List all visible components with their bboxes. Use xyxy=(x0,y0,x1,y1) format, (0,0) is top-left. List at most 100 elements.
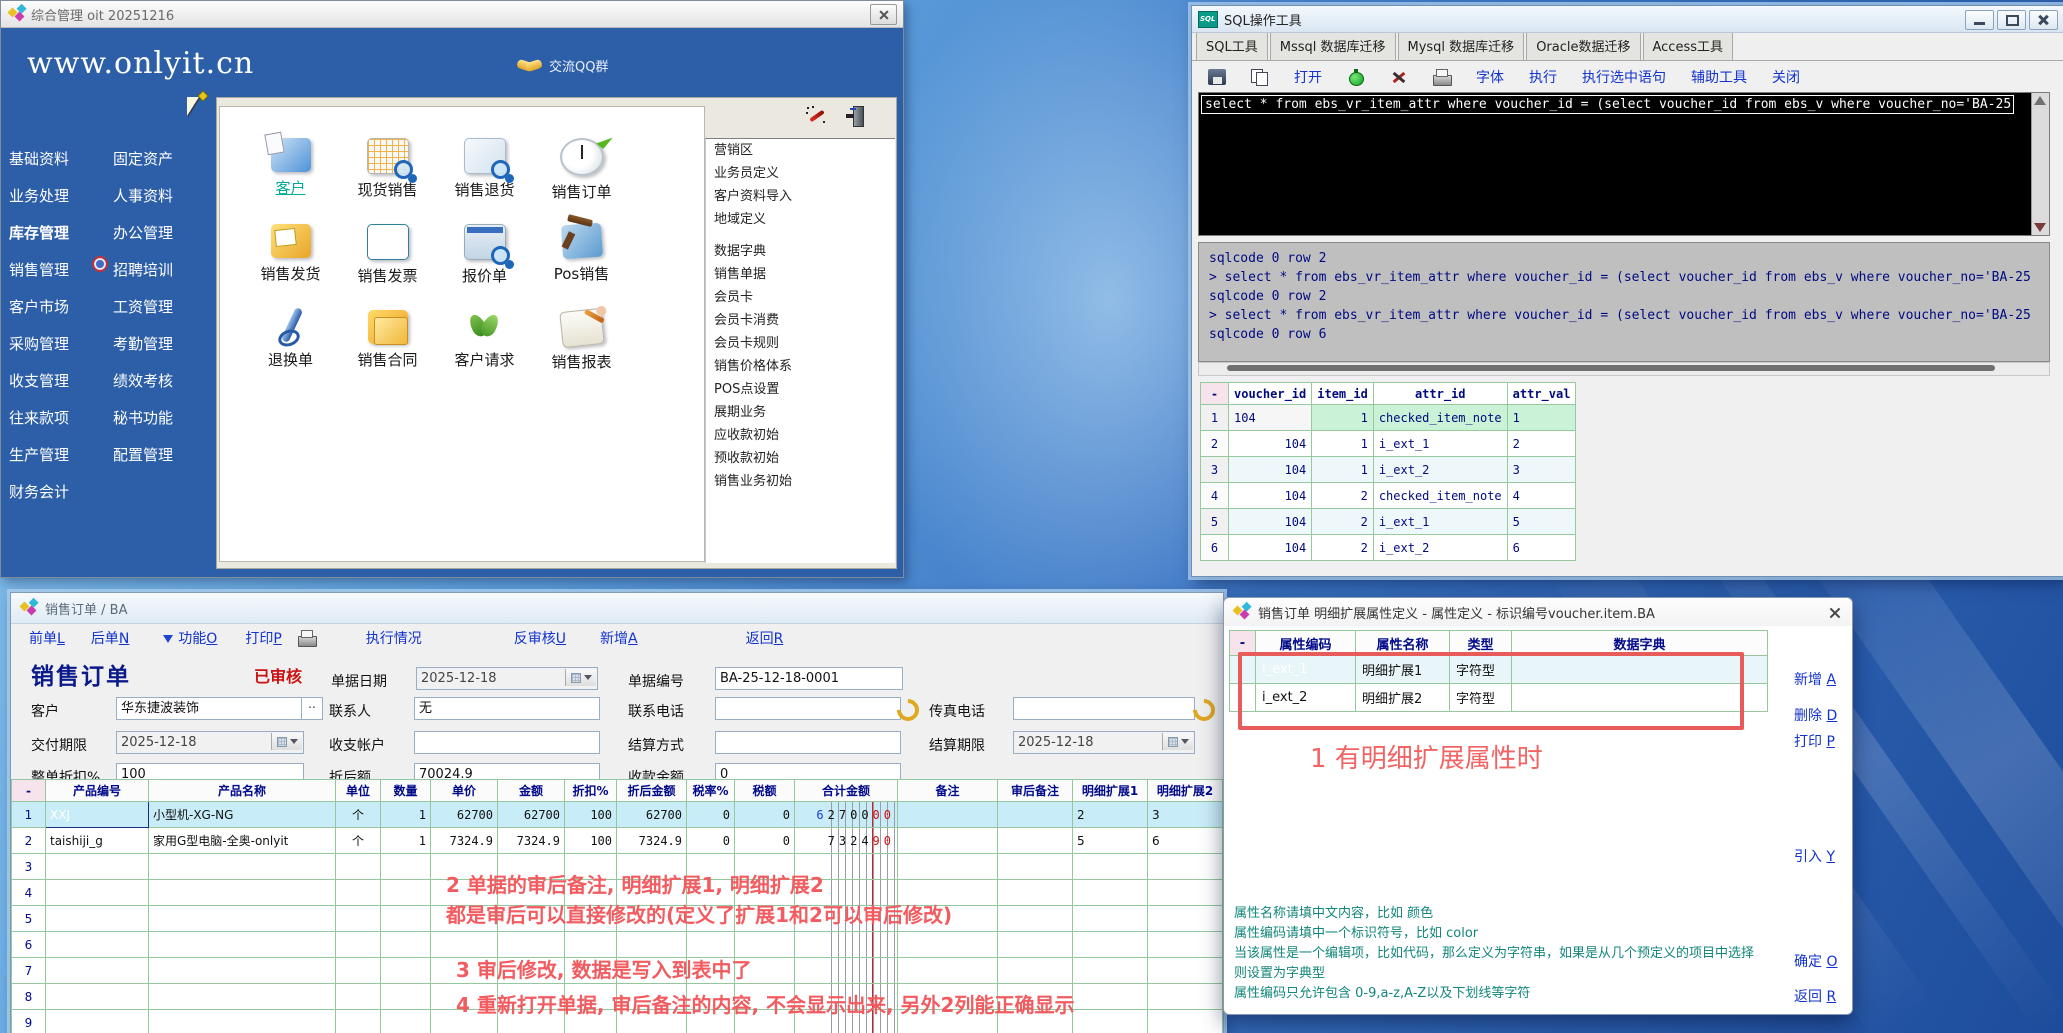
cell-item-id[interactable]: 2 xyxy=(1312,509,1374,535)
next-doc-button[interactable]: 后单N xyxy=(91,628,129,648)
cell-item-id[interactable]: 1 xyxy=(1312,431,1374,457)
cell-ext1[interactable]: 5 xyxy=(1073,828,1148,854)
cell-ext2[interactable]: 3 xyxy=(1148,802,1223,828)
close-button[interactable] xyxy=(870,4,897,25)
function-list-item[interactable]: 销售单据 xyxy=(706,263,895,286)
settle-field[interactable] xyxy=(715,731,901,754)
scroll-thumb[interactable] xyxy=(1227,365,1995,371)
cell-voucher-id[interactable]: 104 xyxy=(1229,509,1312,535)
execute-button[interactable]: 执行 xyxy=(1529,67,1557,87)
sql-tab[interactable]: Mysql 数据库迁移 xyxy=(1398,31,1525,60)
sql-tab[interactable]: Oracle数据迁移 xyxy=(1526,31,1640,60)
cell-ext2[interactable]: 6 xyxy=(1148,828,1223,854)
sidebar-item[interactable]: 收支管理 xyxy=(9,363,69,400)
function-list-item[interactable]: 预收款初始 xyxy=(706,447,895,470)
cell-total-amount[interactable]: 732490 xyxy=(795,828,898,854)
editor-scrollbar[interactable] xyxy=(2031,93,2049,235)
sidebar-item[interactable]: 采购管理 xyxy=(9,326,69,363)
cell-discounted-amount[interactable]: 7324.9 xyxy=(617,828,687,854)
cell-voucher-id[interactable]: 104 xyxy=(1229,457,1312,483)
fax-field[interactable] xyxy=(1013,697,1195,720)
cell-audit-note[interactable] xyxy=(998,828,1073,854)
scroll-up-icon[interactable] xyxy=(2034,96,2046,105)
cell-discount[interactable]: 100 xyxy=(565,802,617,828)
sidebar-item[interactable]: 固定资产 xyxy=(113,141,173,178)
cell-product-name[interactable]: 家用G型电脑-全奥-onlyit xyxy=(149,828,336,854)
due-field[interactable]: 2025-12-18 xyxy=(1013,731,1195,754)
app-shortcut[interactable]: 客户请求 xyxy=(436,303,533,389)
app-shortcut[interactable]: 客户 xyxy=(242,131,339,217)
maximize-button[interactable] xyxy=(1997,10,2026,30)
sidebar-item[interactable]: 基础资料 xyxy=(9,141,69,178)
sql-tab[interactable]: Mssql 数据库迁移 xyxy=(1270,31,1396,60)
cell-tax-rate[interactable]: 0 xyxy=(687,802,735,828)
helper-tools-button[interactable]: 辅助工具 xyxy=(1691,67,1747,87)
app-shortcut[interactable]: 销售发票 xyxy=(339,217,436,303)
save-icon[interactable] xyxy=(1208,69,1226,85)
cell-attr-val[interactable]: 2 xyxy=(1507,431,1576,457)
function-list-item[interactable]: 应收款初始 xyxy=(706,424,895,447)
open-button[interactable]: 打开 xyxy=(1294,67,1322,87)
attr-titlebar[interactable]: 销售订单 明细扩展属性定义 - 属性定义 - 标识编号voucher.item.… xyxy=(1224,598,1852,626)
app-shortcut[interactable]: 退换单 xyxy=(242,303,339,389)
font-button[interactable]: 字体 xyxy=(1476,67,1504,87)
scroll-down-icon[interactable] xyxy=(2034,223,2046,232)
add-button[interactable]: 新增 A xyxy=(1794,669,1836,689)
cell-item-id[interactable]: 2 xyxy=(1312,535,1374,561)
unaudit-button[interactable]: 反审核U xyxy=(514,628,566,648)
cell-discounted-amount[interactable]: 62700 xyxy=(617,802,687,828)
cell-attr-id[interactable]: checked_item_note xyxy=(1373,483,1507,509)
exit-icon[interactable] xyxy=(846,106,864,125)
cell-qty[interactable]: 1 xyxy=(381,828,431,854)
sidebar-item[interactable]: 办公管理 xyxy=(113,215,173,252)
cell-discount[interactable]: 100 xyxy=(565,828,617,854)
function-list-item[interactable]: 会员卡消费 xyxy=(706,309,895,332)
cell-unit[interactable]: 个 xyxy=(336,828,381,854)
prev-doc-button[interactable]: 前单L xyxy=(29,628,65,648)
sql-tab[interactable]: SQL工具 xyxy=(1196,31,1268,60)
cell-unit[interactable]: 个 xyxy=(336,802,381,828)
item-row[interactable]: 1 XXJ 小型机-XG-NG 个 1 62700 62700 100 6270… xyxy=(12,802,1223,828)
table-row[interactable]: 5 104 2 i_ext_1 5 xyxy=(1201,509,1576,535)
cell-product-name[interactable]: 小型机-XG-NG xyxy=(149,802,336,828)
close-button[interactable] xyxy=(2029,10,2058,30)
calendar-button[interactable] xyxy=(1162,733,1193,750)
app-shortcut[interactable]: 销售报表 xyxy=(533,303,630,389)
cell-item-id[interactable]: 1 xyxy=(1312,405,1374,431)
function-list-item[interactable]: 业务员定义 xyxy=(706,162,895,185)
cell-voucher-id[interactable]: 104 xyxy=(1229,405,1312,431)
cell-tax[interactable]: 0 xyxy=(735,802,795,828)
app-shortcut[interactable]: 现货销售 xyxy=(339,131,436,217)
qq-group-link[interactable]: 交流QQ群 xyxy=(517,56,608,75)
print-button[interactable]: 打印P xyxy=(245,628,281,648)
customer-lookup-button[interactable]: .. xyxy=(301,697,323,720)
cell-attr-id[interactable]: i_ext_1 xyxy=(1373,509,1507,535)
sidebar-item[interactable]: 工资管理 xyxy=(113,289,173,326)
function-list-item[interactable]: 销售价格体系 xyxy=(706,355,895,378)
app-shortcut[interactable]: 报价单 xyxy=(436,217,533,303)
function-list-item[interactable]: 客户资料导入 xyxy=(706,185,895,208)
cell-tax[interactable]: 0 xyxy=(735,828,795,854)
date-field[interactable]: 2025-12-18 xyxy=(416,667,598,690)
app-shortcut[interactable]: 销售合同 xyxy=(339,303,436,389)
close-button[interactable] xyxy=(1826,603,1844,621)
cell-price[interactable]: 7324.9 xyxy=(431,828,498,854)
cell-attr-val[interactable]: 1 xyxy=(1507,405,1576,431)
execute-selected-button[interactable]: 执行选中语句 xyxy=(1582,67,1666,87)
sidebar-item[interactable]: 往来款项 xyxy=(9,400,69,437)
minimize-button[interactable] xyxy=(1965,10,1994,30)
cell-qty[interactable]: 1 xyxy=(381,802,431,828)
function-list-item[interactable]: 地域定义 xyxy=(706,208,895,231)
sidebar-item[interactable]: 招聘培训 xyxy=(113,252,173,289)
app-shortcut[interactable]: Pos销售 xyxy=(533,217,630,303)
main-titlebar[interactable]: 综合管理 oit 20251216 xyxy=(1,1,903,28)
table-row[interactable]: 3 104 1 i_ext_2 3 xyxy=(1201,457,1576,483)
function-list-item[interactable]: POS点设置 xyxy=(706,378,895,401)
printer-icon[interactable] xyxy=(298,630,316,646)
new-button[interactable]: 新增A xyxy=(600,628,638,648)
cell-voucher-id[interactable]: 104 xyxy=(1229,431,1312,457)
cell-total-amount[interactable]: 6270000 xyxy=(795,802,898,828)
printer-icon[interactable] xyxy=(1433,69,1451,85)
cell-amount[interactable]: 62700 xyxy=(498,802,565,828)
calendar-button[interactable] xyxy=(565,669,596,686)
